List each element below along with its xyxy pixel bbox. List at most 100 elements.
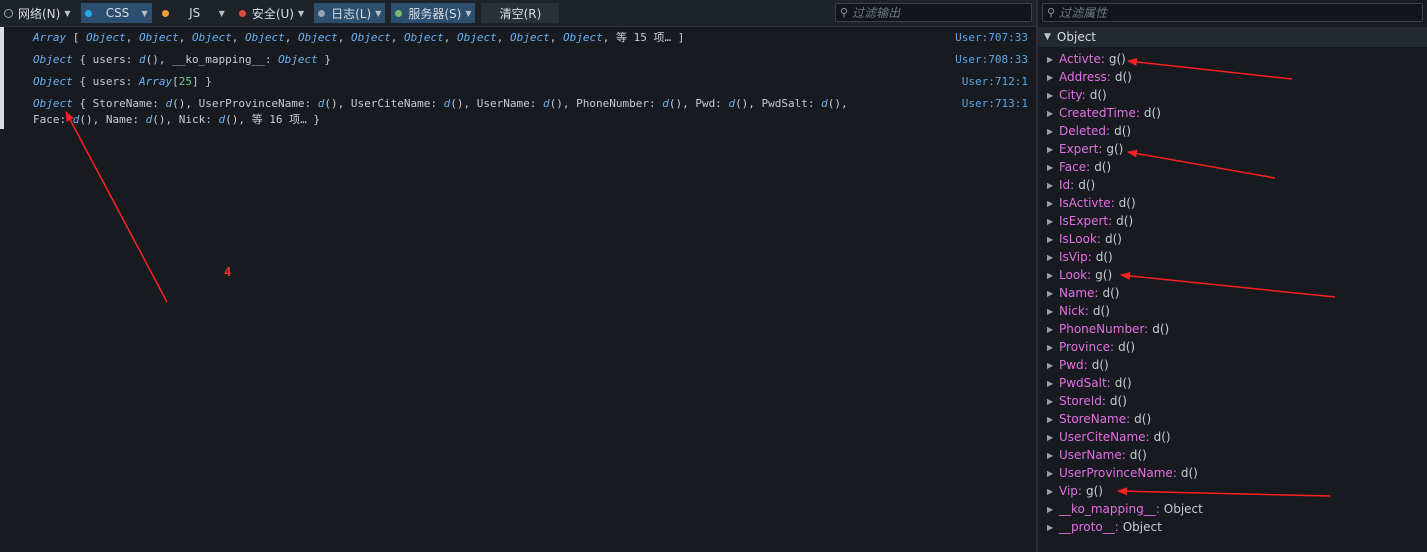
property-row[interactable]: ▶ Expert: g() bbox=[1038, 140, 1123, 158]
property-name: __ko_mapping__: bbox=[1059, 502, 1160, 516]
status-dot-icon bbox=[238, 9, 246, 17]
expand-right-icon[interactable]: ▶ bbox=[1047, 307, 1057, 316]
property-row[interactable]: ▶ City: d() bbox=[1038, 86, 1107, 104]
filter-toggle[interactable]: 服务器(S) ▼ bbox=[391, 3, 476, 23]
annotation-label: 4 bbox=[224, 265, 232, 279]
expand-right-icon[interactable]: ▶ bbox=[1047, 487, 1057, 496]
property-value: d() bbox=[1095, 250, 1113, 264]
object-root-row[interactable]: ▼ Object bbox=[1038, 27, 1427, 47]
property-inspector: ⚲ ▼ Object ▶Activte:g()▶Address:d()▶City… bbox=[1038, 0, 1427, 552]
expand-right-icon[interactable]: ▶ bbox=[1047, 289, 1057, 298]
property-name: Pwd: bbox=[1059, 358, 1088, 372]
dropdown-caret-icon[interactable]: ▼ bbox=[64, 9, 70, 18]
filter-toggle[interactable]: JS ▼ bbox=[158, 3, 229, 23]
console-output: Array [ Object, Object, Object, Object, … bbox=[0, 27, 1036, 552]
expand-right-icon[interactable]: ▶ bbox=[1047, 325, 1057, 334]
expand-right-icon[interactable]: ▶ bbox=[1047, 415, 1057, 424]
dropdown-caret-icon[interactable]: ▼ bbox=[375, 9, 381, 18]
property-row[interactable]: ▶ Activte: g() bbox=[1038, 50, 1126, 68]
search-icon: ⚲ bbox=[1047, 6, 1056, 19]
log-row[interactable]: Object { users: Array[25] } User:712:1 bbox=[33, 74, 1028, 90]
expand-right-icon[interactable]: ▶ bbox=[1047, 523, 1057, 532]
property-name: Nick: bbox=[1059, 304, 1089, 318]
log-source-link[interactable]: User:713:1 bbox=[962, 96, 1028, 112]
expand-right-icon[interactable]: ▶ bbox=[1047, 397, 1057, 406]
property-name: StoreName: bbox=[1059, 412, 1131, 426]
expand-right-icon[interactable]: ▶ bbox=[1047, 73, 1057, 82]
output-filter-input[interactable] bbox=[848, 5, 1031, 20]
filter-toggle[interactable]: 日志(L) ▼ bbox=[314, 3, 386, 23]
expand-right-icon[interactable]: ▶ bbox=[1047, 217, 1057, 226]
property-row[interactable]: ▶ IsVip: d() bbox=[1038, 248, 1113, 266]
property-row[interactable]: ▶ Nick: d() bbox=[1038, 302, 1110, 320]
dropdown-caret-icon[interactable]: ▼ bbox=[298, 9, 304, 18]
filter-toggle[interactable]: 网络(N) ▼ bbox=[0, 3, 75, 23]
log-row[interactable]: Array [ Object, Object, Object, Object, … bbox=[33, 30, 1028, 46]
property-row[interactable]: ▶ Vip: g() bbox=[1038, 482, 1103, 500]
property-row[interactable]: ▶ PhoneNumber: d() bbox=[1038, 320, 1169, 338]
expand-right-icon[interactable]: ▶ bbox=[1047, 235, 1057, 244]
property-row[interactable]: ▶ StoreId: d() bbox=[1038, 392, 1127, 410]
property-name: Name: bbox=[1059, 286, 1099, 300]
property-value: g() bbox=[1085, 484, 1103, 498]
property-row[interactable]: ▶ Face: d() bbox=[1038, 158, 1111, 176]
property-row[interactable]: ▶ CreatedTime: d() bbox=[1038, 104, 1161, 122]
property-name: UserName: bbox=[1059, 448, 1126, 462]
expand-right-icon[interactable]: ▶ bbox=[1047, 253, 1057, 262]
property-row[interactable]: ▶ Address: d() bbox=[1038, 68, 1132, 86]
expand-right-icon[interactable]: ▶ bbox=[1047, 181, 1057, 190]
log-row[interactable]: Object { StoreName: d(), UserProvinceNam… bbox=[33, 96, 1028, 128]
property-row[interactable]: ▶ UserName: d() bbox=[1038, 446, 1147, 464]
expand-right-icon[interactable]: ▶ bbox=[1047, 109, 1057, 118]
property-row[interactable]: ▶ UserProvinceName: d() bbox=[1038, 464, 1198, 482]
expand-right-icon[interactable]: ▶ bbox=[1047, 127, 1057, 136]
dropdown-caret-icon[interactable]: ▼ bbox=[465, 9, 471, 18]
output-filter: ⚲ bbox=[835, 3, 1032, 22]
expand-right-icon[interactable]: ▶ bbox=[1047, 433, 1057, 442]
property-row[interactable]: ▶ __ko_mapping__: Object bbox=[1038, 500, 1203, 518]
property-row[interactable]: ▶ IsActivte: d() bbox=[1038, 194, 1136, 212]
filter-toggles: 网络(N) ▼ CSS ▼ JS ▼ 安全(U) ▼ 日志(L) ▼ 服务器(S) ▼ bbox=[0, 3, 476, 23]
property-row[interactable]: ▶ PwdSalt: d() bbox=[1038, 374, 1132, 392]
expand-right-icon[interactable]: ▶ bbox=[1047, 55, 1057, 64]
status-dot-icon bbox=[84, 9, 92, 17]
property-row[interactable]: ▶ StoreName: d() bbox=[1038, 410, 1151, 428]
log-source-link[interactable]: User:707:33 bbox=[955, 30, 1028, 46]
property-row[interactable]: ▶ UserCiteName: d() bbox=[1038, 428, 1171, 446]
property-name: IsVip: bbox=[1059, 250, 1092, 264]
property-row[interactable]: ▶ Look: g() bbox=[1038, 266, 1112, 284]
filter-toggle[interactable]: CSS ▼ bbox=[80, 3, 152, 23]
clear-button[interactable]: 清空(R) bbox=[481, 3, 560, 23]
property-row[interactable]: ▶ Name: d() bbox=[1038, 284, 1119, 302]
expand-right-icon[interactable]: ▶ bbox=[1047, 505, 1057, 514]
property-row[interactable]: ▶ IsExpert: d() bbox=[1038, 212, 1133, 230]
expand-right-icon[interactable]: ▶ bbox=[1047, 361, 1057, 370]
property-row[interactable]: ▶ Deleted: d() bbox=[1038, 122, 1131, 140]
log-row[interactable]: Object { users: d(), __ko_mapping__: Obj… bbox=[33, 52, 1028, 68]
status-dot-icon bbox=[161, 9, 169, 17]
expand-right-icon[interactable]: ▶ bbox=[1047, 379, 1057, 388]
property-row[interactable]: ▶ Id: d() bbox=[1038, 176, 1095, 194]
filter-toggle[interactable]: 安全(U) ▼ bbox=[235, 3, 308, 23]
expand-right-icon[interactable]: ▶ bbox=[1047, 163, 1057, 172]
expand-right-icon[interactable]: ▶ bbox=[1047, 469, 1057, 478]
filter-toggle-label: CSS bbox=[105, 6, 130, 20]
property-row[interactable]: ▶ Pwd: d() bbox=[1038, 356, 1109, 374]
dropdown-caret-icon[interactable]: ▼ bbox=[142, 9, 148, 18]
expand-right-icon[interactable]: ▶ bbox=[1047, 451, 1057, 460]
expand-right-icon[interactable]: ▶ bbox=[1047, 343, 1057, 352]
log-source-link[interactable]: User:712:1 bbox=[962, 74, 1028, 90]
property-name: IsLook: bbox=[1059, 232, 1101, 246]
property-row[interactable]: ▶ IsLook: d() bbox=[1038, 230, 1122, 248]
property-filter-input[interactable] bbox=[1055, 5, 1422, 20]
expand-right-icon[interactable]: ▶ bbox=[1047, 271, 1057, 280]
dropdown-caret-icon[interactable]: ▼ bbox=[219, 9, 225, 18]
log-source-link[interactable]: User:708:33 bbox=[955, 52, 1028, 68]
expand-right-icon[interactable]: ▶ bbox=[1047, 199, 1057, 208]
property-row[interactable]: ▶ __proto__: Object bbox=[1038, 518, 1162, 536]
search-icon: ⚲ bbox=[840, 6, 849, 19]
expand-right-icon[interactable]: ▶ bbox=[1047, 91, 1057, 100]
property-row[interactable]: ▶ Province: d() bbox=[1038, 338, 1135, 356]
expand-right-icon[interactable]: ▶ bbox=[1047, 145, 1057, 154]
property-name: PwdSalt: bbox=[1059, 376, 1111, 390]
